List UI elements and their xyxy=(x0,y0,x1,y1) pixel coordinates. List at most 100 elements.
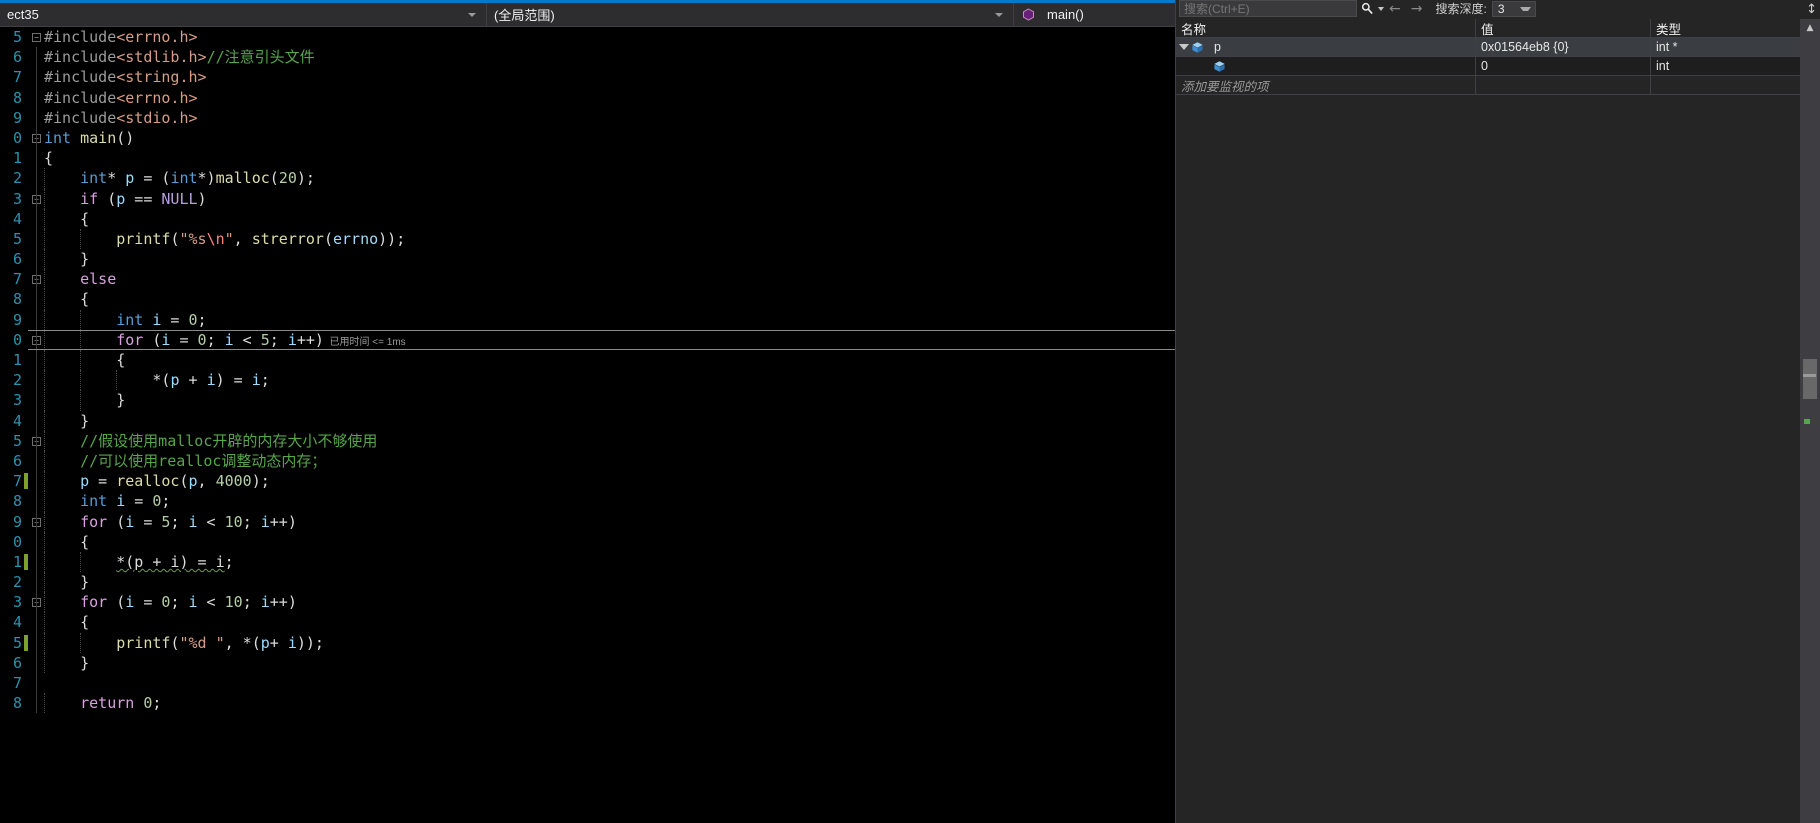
watch-search-box[interactable] xyxy=(1179,0,1357,17)
chevron-down-icon[interactable] xyxy=(1519,6,1531,11)
add-watch-type-cell[interactable] xyxy=(1651,76,1801,95)
code-line[interactable]: 0 { xyxy=(0,531,1175,552)
fold-region-line xyxy=(36,329,37,350)
fold-region-line xyxy=(36,410,37,431)
expand-collapse-icon[interactable] xyxy=(1179,44,1189,50)
line-number: 7 xyxy=(12,472,22,491)
column-header-type[interactable]: 类型 xyxy=(1651,19,1801,38)
code-line[interactable]: 5 − #include<errno.h> xyxy=(0,27,1175,47)
code-line[interactable]: 2 } xyxy=(0,572,1175,593)
line-number: 0 xyxy=(12,330,22,349)
scroll-up-arrow[interactable]: ▲ xyxy=(1800,19,1820,37)
code-line[interactable]: 7− else xyxy=(0,269,1175,290)
fold-region-line xyxy=(36,269,37,290)
code-line[interactable]: 5− //假设使用malloc开辟的内存大小不够使用 xyxy=(0,430,1175,451)
fold-region-line xyxy=(36,693,37,714)
line-number: 4 xyxy=(12,209,22,228)
search-input[interactable] xyxy=(1180,1,1356,16)
code-line[interactable]: 9 int i = 0; xyxy=(0,309,1175,330)
code-line[interactable]: 4 } xyxy=(0,410,1175,431)
watch-value-cell[interactable]: 0x01564eb8 {0} xyxy=(1476,38,1651,57)
code-line[interactable]: 1 *(p + i) = i; xyxy=(0,551,1175,573)
watch-row[interactable]: 0 int xyxy=(1176,57,1801,76)
line-number: 4 xyxy=(12,613,22,632)
scrollbar-thumb[interactable] xyxy=(1803,359,1817,399)
fold-toggle-icon[interactable]: − xyxy=(32,33,41,42)
watch-value-cell[interactable]: 0 xyxy=(1476,57,1651,76)
fold-region-line xyxy=(36,450,37,472)
splitter-icon[interactable]: ↕ xyxy=(1806,2,1817,17)
code-line[interactable]: 8 { xyxy=(0,289,1175,310)
code-line[interactable]: 3− if (p == NULL) xyxy=(0,188,1175,209)
code-line-text: else xyxy=(80,270,117,289)
fold-region-line xyxy=(36,632,37,653)
code-line[interactable]: 1{ xyxy=(0,148,1175,169)
code-line[interactable]: 8 int i = 0; xyxy=(0,491,1175,512)
code-line[interactable]: 6 //可以使用realloc调整动态内存； xyxy=(0,450,1175,472)
line-number: 9 xyxy=(12,108,22,127)
code-line-text: } xyxy=(44,391,126,410)
editor-navigation-bar: ect35 (全局范围) main() xyxy=(0,2,1175,27)
code-line[interactable]: 3− for (i = 0; i < 10; i++) xyxy=(0,592,1175,613)
code-line[interactable]: 6 #include<stdlib.h>//注意引头文件 xyxy=(0,47,1175,68)
project-selector[interactable]: ect35 xyxy=(0,2,487,27)
code-line[interactable]: 2 int* p = (int*)malloc(20); xyxy=(0,168,1175,189)
code-line-text: #include<errno.h> xyxy=(44,28,198,46)
code-line[interactable]: 6 } xyxy=(0,249,1175,270)
code-line[interactable]: 0− for (i = 0; i < 5; i++) 已用时间 <= 1ms xyxy=(0,329,1175,350)
fold-region-line xyxy=(36,531,37,552)
watch-row[interactable]: p 0x01564eb8 {0} int * xyxy=(1176,38,1801,57)
line-number: 5 xyxy=(12,229,22,248)
search-depth-field[interactable]: 3 xyxy=(1491,0,1536,17)
column-header-name[interactable]: 名称 xyxy=(1176,19,1476,38)
code-line-text: int* p = (int*)malloc(20); xyxy=(80,169,315,188)
fold-region-line xyxy=(36,249,37,270)
code-line[interactable]: 6 } xyxy=(0,652,1175,673)
watch-panel: ← → 搜索深度: 3 ↕ 名称 值 类型 p 0x01564eb8 {0}int… xyxy=(1175,0,1820,823)
code-line[interactable]: 5 printf("%d ", *(p+ i)); xyxy=(0,632,1175,653)
fold-region-line xyxy=(36,471,37,492)
code-line[interactable]: 4 { xyxy=(0,612,1175,633)
line-number: 0 xyxy=(12,532,22,551)
code-line[interactable]: 5 printf("%s\n", strerror(errno)); xyxy=(0,228,1175,250)
watch-name-cell[interactable] xyxy=(1176,57,1476,76)
code-line[interactable]: 7 p = realloc(p, 4000); xyxy=(0,471,1175,492)
code-line[interactable]: 4 { xyxy=(0,208,1175,229)
column-header-value[interactable]: 值 xyxy=(1476,19,1651,38)
arrow-left-icon[interactable]: ← xyxy=(1384,1,1406,17)
code-line[interactable]: 2 *(p + i) = i; xyxy=(0,370,1175,391)
code-line-text: { xyxy=(44,149,54,168)
code-line[interactable]: 3 } xyxy=(0,390,1175,411)
line-number: 3 xyxy=(12,189,22,208)
line-number: 5 xyxy=(12,633,22,652)
code-line-text: { xyxy=(44,351,126,369)
scope-selector[interactable]: (全局范围) xyxy=(487,2,1014,27)
code-line[interactable]: 7 xyxy=(0,673,1175,694)
code-line[interactable]: 9 #include<stdio.h> xyxy=(0,107,1175,128)
line-number: 4 xyxy=(12,411,22,430)
watch-name-cell[interactable]: p xyxy=(1176,38,1476,57)
watch-add-row[interactable]: 添加要监视的项 xyxy=(1176,76,1801,95)
code-line[interactable]: 8 #include<errno.h> xyxy=(0,87,1175,108)
member-selector[interactable]: main() xyxy=(1014,3,1175,27)
arrow-right-icon[interactable]: → xyxy=(1406,1,1428,17)
code-editor[interactable]: 5− #include<errno.h> 6 #include<stdlib.h>//… xyxy=(0,27,1175,823)
watch-vertical-scrollbar[interactable]: ▲ xyxy=(1800,19,1820,823)
fold-region-line xyxy=(36,87,37,108)
code-line[interactable]: 9− for (i = 5; i < 10; i++) xyxy=(0,511,1175,532)
magnifier-icon[interactable] xyxy=(1357,0,1377,17)
fold-region-line xyxy=(36,390,37,411)
code-line-text: { xyxy=(44,613,90,632)
code-line-text: } xyxy=(44,250,90,269)
code-line[interactable]: 1 { xyxy=(0,350,1175,371)
watch-name-label: p xyxy=(1214,40,1221,54)
add-watch-value-cell[interactable] xyxy=(1476,76,1651,95)
line-number: 1 xyxy=(12,351,22,369)
fold-region-line xyxy=(36,673,37,694)
code-line[interactable]: 0−int main() xyxy=(0,127,1175,149)
change-indicator xyxy=(24,634,28,651)
code-line-text: if (p == NULL) xyxy=(80,189,207,208)
code-line-text: #include<string.h> xyxy=(44,68,207,87)
code-line[interactable]: 8 return 0; xyxy=(0,693,1175,714)
code-line[interactable]: 7 #include<string.h> xyxy=(0,67,1175,88)
